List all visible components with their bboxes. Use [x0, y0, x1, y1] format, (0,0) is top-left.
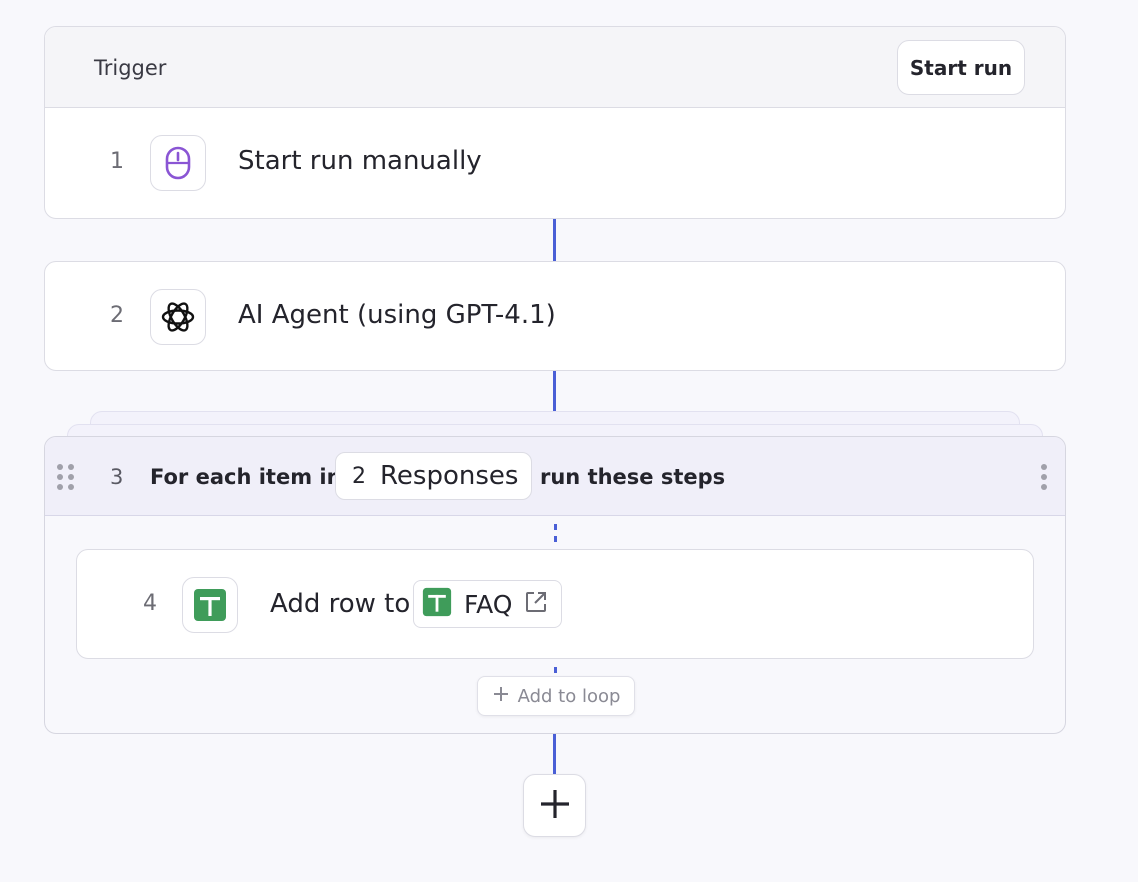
faq-label: FAQ — [464, 589, 513, 619]
step-card-4[interactable]: 4 Add row to FAQ — [76, 549, 1034, 659]
loop-header: 3 For each item in 2 Responses run these… — [45, 437, 1065, 516]
drag-handle-icon[interactable] — [57, 464, 75, 490]
openai-icon — [150, 289, 206, 345]
add-step-button[interactable] — [523, 774, 586, 837]
step-title: Add row to — [270, 589, 411, 619]
workflow-canvas: Trigger Start run 1 Start run manually 2 — [0, 0, 1138, 882]
loop-suffix-text: run these steps — [540, 465, 726, 489]
loop-prefix-text: For each item in — [150, 465, 342, 489]
step-number: 4 — [143, 591, 157, 616]
start-run-button[interactable]: Start run — [897, 40, 1025, 95]
connector-dot — [554, 667, 557, 673]
connector-dot — [554, 536, 557, 542]
step-title: Start run manually — [238, 146, 482, 176]
connector-dot — [554, 524, 557, 530]
step-card-2[interactable]: 2 AI Agent (using GPT-4.1) — [44, 261, 1066, 371]
connector-line — [553, 734, 556, 774]
trigger-label: Trigger — [94, 56, 167, 80]
step-number: 3 — [110, 465, 124, 489]
connector-line — [553, 371, 556, 413]
loop-variable-chip[interactable]: 2 Responses — [335, 452, 532, 500]
more-options-icon[interactable] — [1041, 464, 1047, 490]
plus-icon — [492, 685, 510, 707]
step-title: AI Agent (using GPT-4.1) — [238, 300, 556, 330]
step-number: 2 — [110, 303, 124, 328]
google-sheets-icon — [182, 577, 238, 633]
mouse-icon — [150, 135, 206, 191]
add-to-loop-button[interactable]: Add to loop — [477, 676, 635, 716]
add-to-loop-label: Add to loop — [517, 685, 621, 707]
loop-card: 3 For each item in 2 Responses run these… — [44, 436, 1066, 734]
external-link-icon[interactable] — [524, 590, 548, 618]
trigger-card: Trigger Start run 1 Start run manually — [44, 26, 1066, 219]
plus-icon — [538, 787, 572, 825]
step-number: 1 — [110, 149, 124, 174]
trigger-header: Trigger Start run — [45, 27, 1065, 108]
connector-line — [553, 219, 556, 261]
loop-variable-count: 2 — [352, 463, 366, 489]
step-row-1[interactable]: 1 Start run manually — [45, 108, 1065, 218]
faq-sheet-chip[interactable]: FAQ — [413, 580, 562, 628]
google-sheets-icon — [422, 587, 452, 621]
loop-variable-name: Responses — [380, 461, 519, 491]
